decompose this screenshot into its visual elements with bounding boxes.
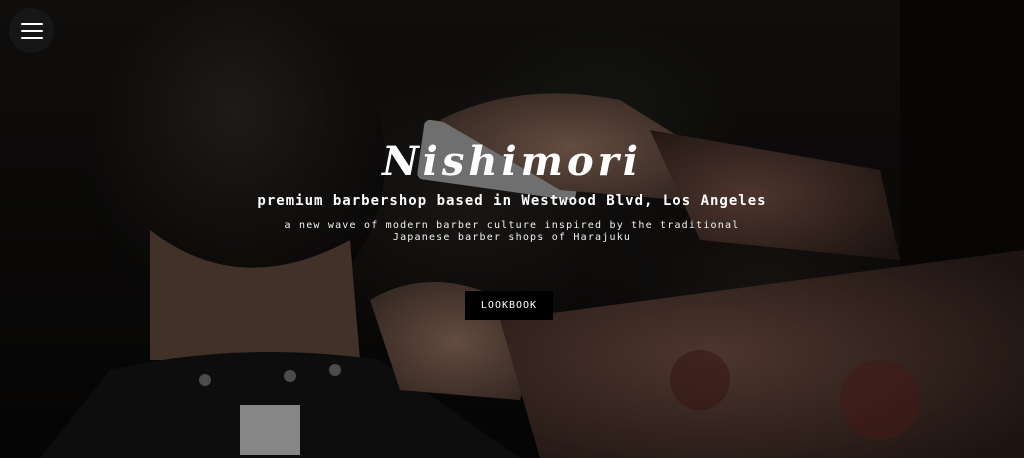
menu-button[interactable] (9, 8, 54, 53)
hero-title: Nishimori (382, 138, 642, 185)
hero-section: Nishimori premium barbershop based in We… (0, 0, 1024, 458)
hero-subtitle: premium barbershop based in Westwood Blv… (257, 193, 767, 209)
hero-tagline: a new wave of modern barber culture insp… (284, 220, 740, 243)
lookbook-button[interactable]: LOOKBOOK (465, 291, 553, 320)
hamburger-menu-icon (20, 22, 43, 39)
